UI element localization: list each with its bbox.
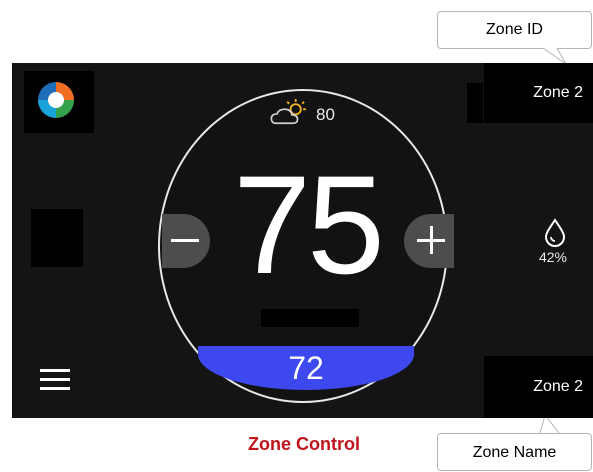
current-temperature: 72 xyxy=(288,350,324,386)
humidity-drop-icon xyxy=(544,218,566,247)
minus-icon xyxy=(171,239,199,242)
partly-sunny-icon xyxy=(270,99,306,125)
setpoint-temperature: 75 xyxy=(233,146,385,303)
increase-setpoint-button[interactable] xyxy=(404,214,454,268)
header-spacer xyxy=(467,83,483,123)
left-panel xyxy=(31,209,83,267)
zone-id-panel[interactable]: Zone 2 xyxy=(484,63,593,123)
brand-logo-icon xyxy=(38,82,74,118)
current-temperature-bar: 72 xyxy=(198,346,414,390)
zone-id-label: Zone 2 xyxy=(533,84,583,101)
zone-name-panel[interactable]: Zone 2 xyxy=(484,356,593,418)
menu-icon[interactable] xyxy=(40,369,70,391)
page-caption: Zone Control xyxy=(248,434,360,454)
humidity-value: 42% xyxy=(538,249,568,265)
logo-container xyxy=(24,71,94,133)
thermostat-screen: Zone 2 80 75 72 42% Zone 2 xyxy=(12,63,593,418)
zone-name-callout: Zone Name xyxy=(437,433,592,471)
zone-name-label: Zone 2 xyxy=(533,378,583,395)
mode-status-area xyxy=(261,309,359,327)
zone-name-callout-label: Zone Name xyxy=(472,444,557,461)
outdoor-temperature: 80 xyxy=(316,105,335,124)
